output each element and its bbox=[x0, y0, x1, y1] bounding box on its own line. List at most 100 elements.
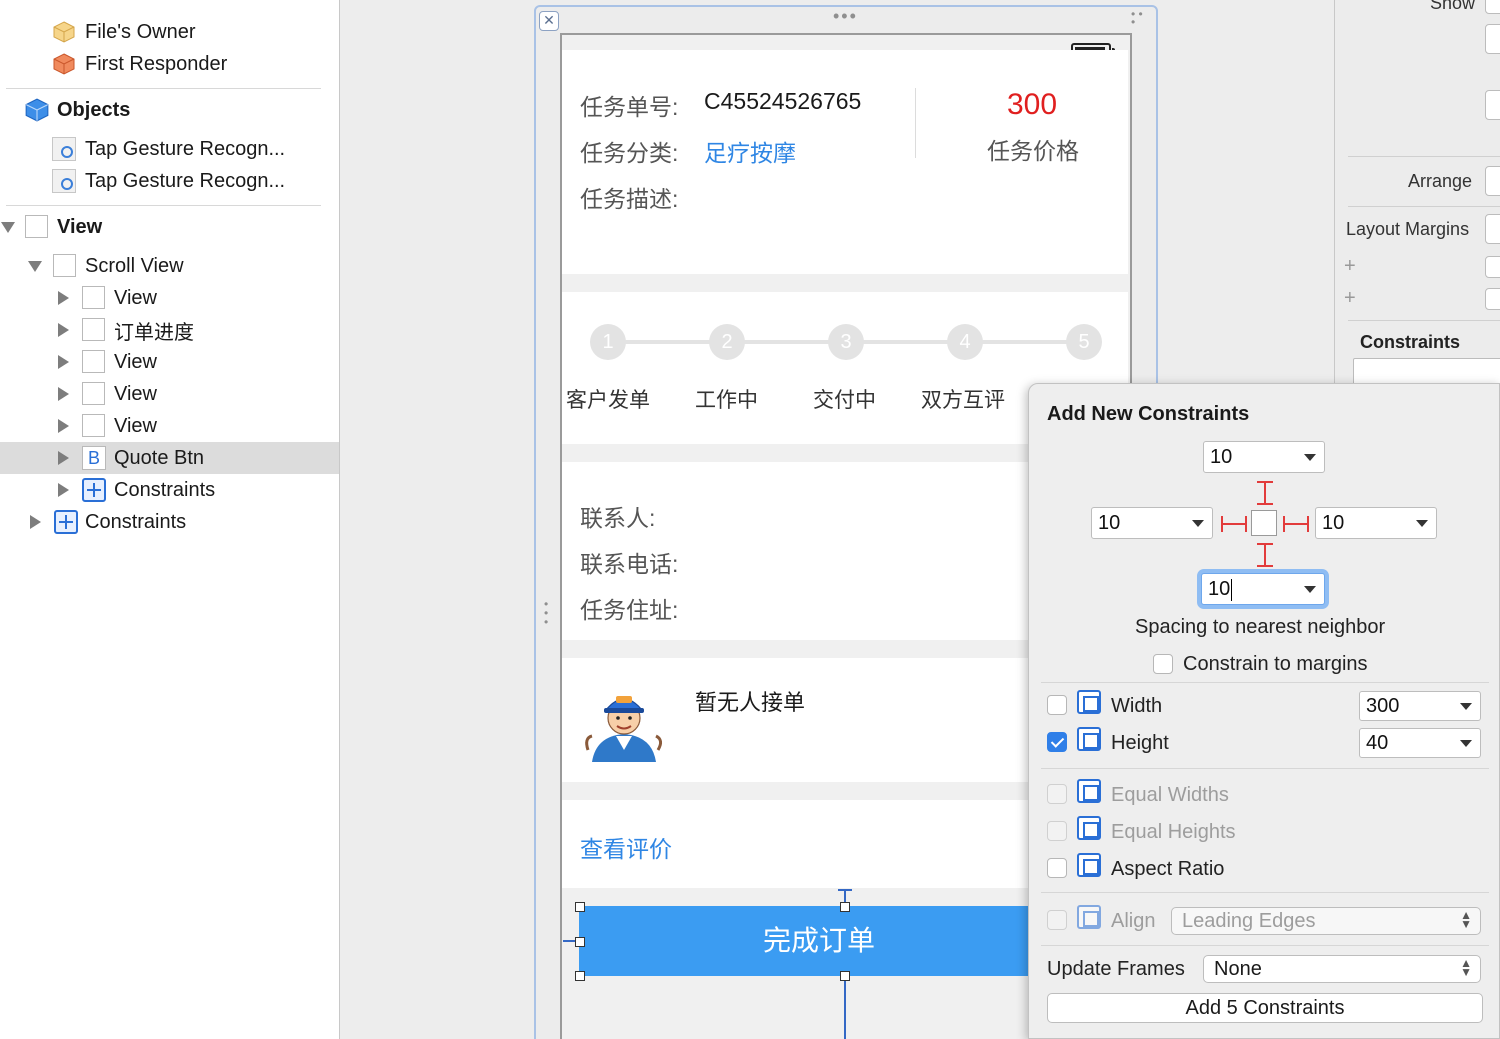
chevron-down-icon bbox=[1304, 586, 1316, 593]
add-constraints-button[interactable]: Add 5 Constraints bbox=[1047, 993, 1483, 1023]
layout-margins-label: Layout Margins bbox=[1346, 219, 1470, 239]
outline-row-view-root[interactable]: View bbox=[0, 211, 339, 243]
inspector-divider bbox=[1348, 206, 1500, 207]
scene-close-icon[interactable]: ✕ bbox=[539, 11, 559, 31]
outline-divider bbox=[6, 88, 321, 89]
update-frames-value: None bbox=[1214, 958, 1262, 980]
aspect-ratio-checkbox[interactable] bbox=[1047, 858, 1067, 878]
disclosure-right-icon[interactable] bbox=[58, 387, 69, 401]
scene-drag-dots-icon[interactable]: ••• bbox=[833, 6, 858, 27]
constrain-margins-checkbox[interactable] bbox=[1153, 654, 1173, 674]
update-frames-popup[interactable]: None ▲ ▼ bbox=[1203, 955, 1481, 983]
disclosure-right-icon[interactable] bbox=[58, 483, 69, 497]
top-spacing-combo[interactable]: 10 bbox=[1203, 441, 1325, 473]
tap-gesture-label: Tap Gesture Recogn... bbox=[85, 169, 286, 192]
view-review-link[interactable]: 查看评价 bbox=[580, 830, 672, 864]
tap-gesture-icon bbox=[52, 137, 76, 161]
right-spacing-combo[interactable]: 10 bbox=[1315, 507, 1437, 539]
height-checkbox[interactable] bbox=[1047, 732, 1067, 752]
outline-row-files-owner[interactable]: File's Owner bbox=[0, 16, 339, 48]
right-constraint-cap bbox=[1307, 516, 1309, 532]
inspector-field[interactable] bbox=[1485, 256, 1500, 278]
left-spacing-combo[interactable]: 10 bbox=[1091, 507, 1213, 539]
disclosure-right-icon[interactable] bbox=[58, 355, 69, 369]
equal-heights-checkbox[interactable] bbox=[1047, 821, 1067, 841]
plus-icon[interactable]: + bbox=[1344, 255, 1356, 278]
popover-divider bbox=[1041, 892, 1489, 893]
constraints-label: Constraints bbox=[114, 478, 216, 501]
resize-handle[interactable] bbox=[575, 902, 585, 912]
left-constraint-cap bbox=[1245, 516, 1247, 532]
cube-red-icon bbox=[53, 53, 75, 75]
disclosure-right-icon[interactable] bbox=[58, 323, 69, 337]
inspector-field[interactable] bbox=[1485, 90, 1500, 120]
show-field[interactable] bbox=[1485, 0, 1500, 14]
arrange-popup[interactable] bbox=[1485, 166, 1500, 196]
outline-row-tap-gesture-2[interactable]: Tap Gesture Recogn... bbox=[0, 165, 339, 197]
chevron-down-icon bbox=[1416, 520, 1428, 527]
top-constraint-strut[interactable] bbox=[1264, 481, 1266, 505]
address-label: 任务住址: bbox=[580, 597, 679, 623]
view-icon bbox=[82, 286, 105, 309]
view-icon bbox=[82, 382, 105, 405]
align-checkbox[interactable] bbox=[1047, 910, 1067, 930]
layout-margins-popup[interactable] bbox=[1485, 214, 1500, 244]
view-label: View bbox=[114, 414, 157, 437]
show-label: Show bbox=[1430, 0, 1476, 13]
bottom-spacing-combo[interactable]: 10 bbox=[1201, 573, 1325, 605]
scene-resize-dots-icon[interactable]: • • • bbox=[1131, 8, 1143, 28]
outline-row-quote-btn[interactable]: B Quote Btn bbox=[0, 442, 339, 474]
left-constraint-cap bbox=[1221, 516, 1223, 532]
disclosure-down-icon[interactable] bbox=[28, 261, 42, 272]
resize-handle[interactable] bbox=[840, 902, 850, 912]
disclosure-right-icon[interactable] bbox=[58, 419, 69, 433]
outline-row-outer-constraints[interactable]: Constraints bbox=[0, 506, 339, 538]
plus-icon[interactable]: + bbox=[1344, 287, 1356, 310]
resize-handle[interactable] bbox=[575, 971, 585, 981]
height-constraint-icon bbox=[1077, 727, 1101, 751]
bottom-constraint-strut[interactable] bbox=[1264, 543, 1266, 567]
outline-row-view-2[interactable]: View bbox=[0, 346, 339, 378]
outline-row-first-responder[interactable]: First Responder bbox=[0, 48, 339, 80]
view-icon bbox=[82, 350, 105, 373]
disclosure-right-icon[interactable] bbox=[58, 451, 69, 465]
outline-row-order-progress[interactable]: 订单进度 bbox=[0, 314, 339, 346]
width-constraint-icon bbox=[1077, 690, 1101, 714]
add-constraints-popover: Add New Constraints 10 10 10 10 Spacing … bbox=[1028, 383, 1500, 1039]
outline-row-objects[interactable]: Objects bbox=[0, 94, 339, 126]
height-value-combo[interactable]: 40 bbox=[1359, 728, 1481, 758]
inspector-field[interactable] bbox=[1485, 288, 1500, 310]
outline-row-tap-gesture-1[interactable]: Tap Gesture Recogn... bbox=[0, 133, 339, 165]
view-label: View bbox=[114, 350, 157, 373]
width-checkbox[interactable] bbox=[1047, 695, 1067, 715]
resize-handle[interactable] bbox=[575, 937, 585, 947]
complete-order-button[interactable]: 完成订单 bbox=[579, 906, 1059, 976]
equal-widths-checkbox[interactable] bbox=[1047, 784, 1067, 804]
inspector-divider bbox=[1348, 320, 1500, 321]
no-taker-text: 暂无人接单 bbox=[695, 690, 806, 715]
task-category-value[interactable]: 足疗按摩 bbox=[704, 134, 796, 168]
outline-row-view-1[interactable]: View bbox=[0, 282, 339, 314]
resize-handle[interactable] bbox=[840, 971, 850, 981]
right-constraint-strut[interactable] bbox=[1283, 523, 1309, 525]
outline-row-scroll-view[interactable]: Scroll View bbox=[0, 250, 339, 282]
align-popup[interactable]: Leading Edges ▲ ▼ bbox=[1171, 907, 1481, 935]
outline-row-view-4[interactable]: View bbox=[0, 410, 339, 442]
outline-row-view-3[interactable]: View bbox=[0, 378, 339, 410]
right-constraint-cap bbox=[1283, 516, 1285, 532]
constrain-margins-label: Constrain to margins bbox=[1183, 653, 1368, 675]
equal-widths-label: Equal Widths bbox=[1111, 784, 1229, 806]
outline-row-inner-constraints[interactable]: Constraints bbox=[0, 474, 339, 506]
scene-side-dots-icon[interactable]: • • • bbox=[544, 598, 548, 628]
order-progress-label: 订单进度 bbox=[114, 321, 194, 344]
disclosure-right-icon[interactable] bbox=[30, 515, 41, 529]
constraint-target-box bbox=[1251, 510, 1277, 536]
left-constraint-strut[interactable] bbox=[1221, 523, 1247, 525]
tap-gesture-icon bbox=[52, 169, 76, 193]
view-icon bbox=[82, 414, 105, 437]
inspector-field[interactable] bbox=[1485, 24, 1500, 54]
progress-line bbox=[863, 340, 949, 344]
disclosure-right-icon[interactable] bbox=[58, 291, 69, 305]
disclosure-down-icon[interactable] bbox=[1, 222, 15, 233]
width-value-combo[interactable]: 300 bbox=[1359, 691, 1481, 721]
